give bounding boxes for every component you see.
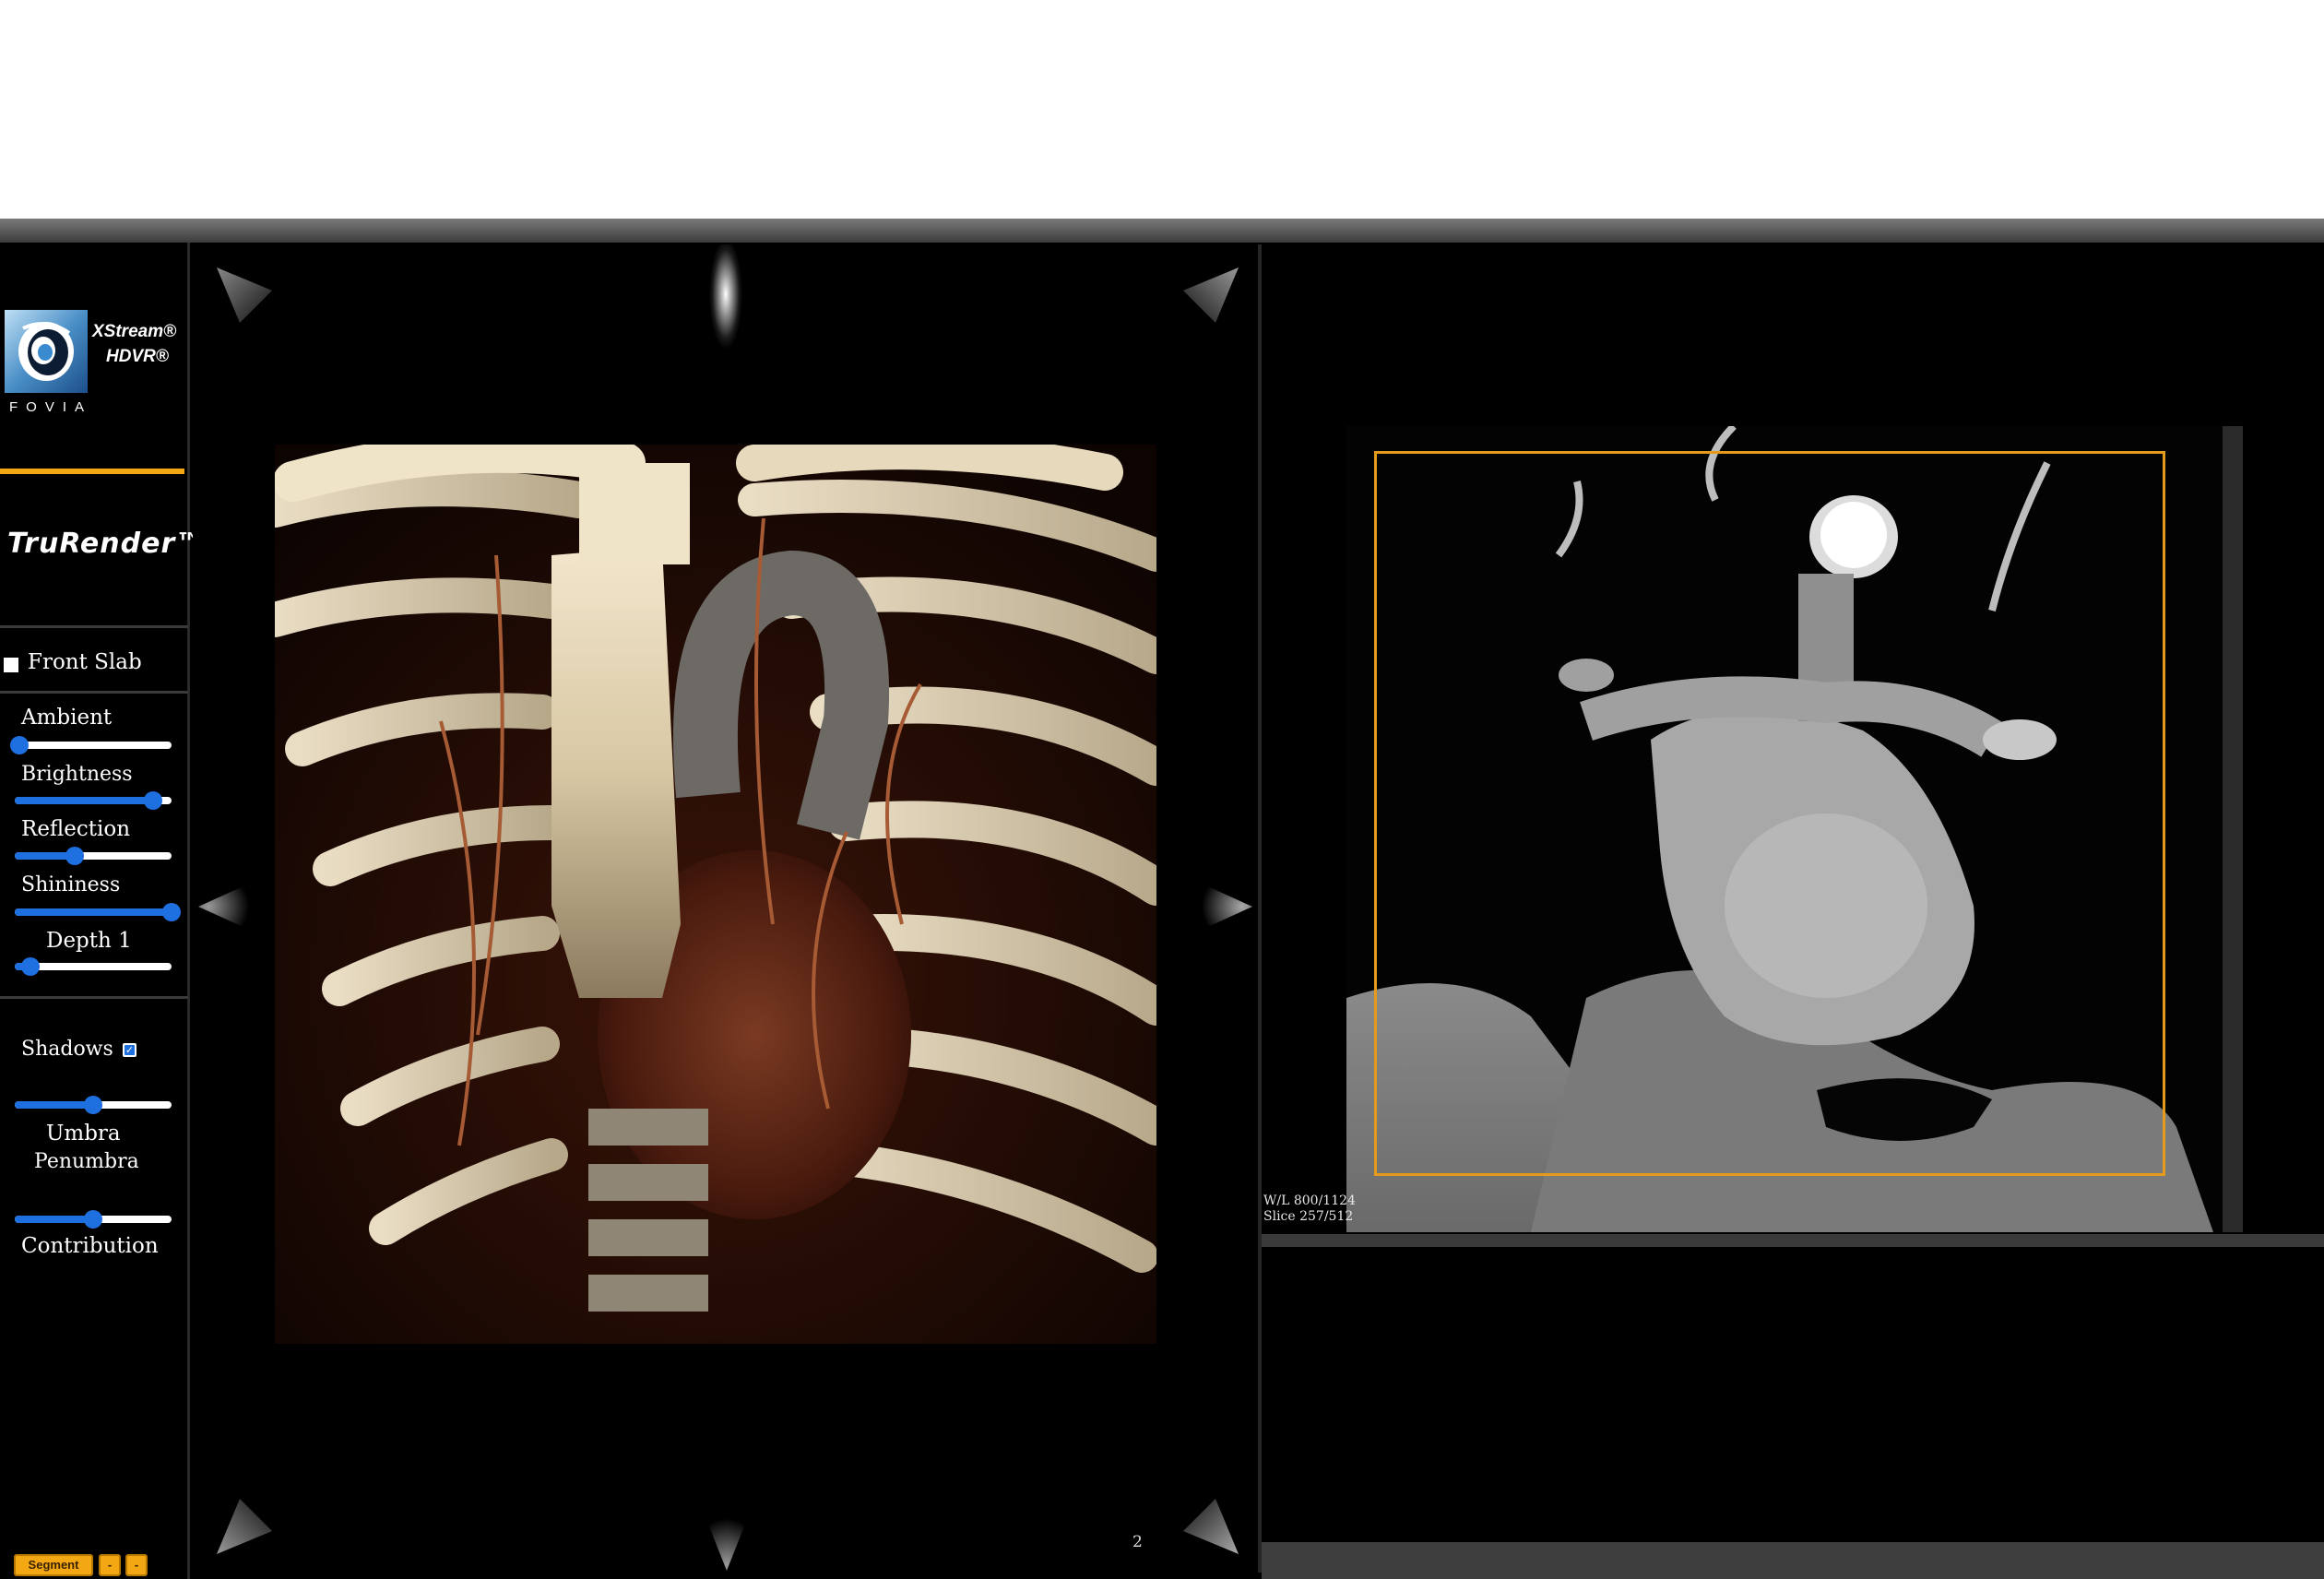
- rotate-bottom-icon[interactable]: [696, 1508, 756, 1573]
- slider-thumb[interactable]: [162, 903, 181, 921]
- segment-button[interactable]: Segment: [14, 1554, 93, 1576]
- roi-box[interactable]: [1374, 451, 2165, 1176]
- volume-rendered-image[interactable]: [275, 445, 1156, 1344]
- shininess-slider[interactable]: [15, 903, 181, 921]
- accent-divider: [0, 469, 184, 474]
- front-slab-label: Front Slab: [28, 650, 142, 674]
- ambient-slider[interactable]: [10, 736, 172, 754]
- empty-panel: [1262, 1247, 2324, 1542]
- sidebar: FOVIA XStream® HDVR® TruRender™ Front Sl…: [0, 243, 203, 1579]
- slider-thumb[interactable]: [84, 1210, 102, 1229]
- brightness-slider[interactable]: [15, 791, 172, 810]
- product-name: XStream®: [92, 322, 177, 341]
- contribution-slider[interactable]: [15, 1210, 172, 1229]
- rotate-top-left-icon[interactable]: [212, 263, 277, 327]
- front-slab-checkbox[interactable]: [4, 658, 18, 672]
- shadows-checkbox[interactable]: ✓: [123, 1043, 136, 1057]
- reflection-label: Reflection: [21, 817, 131, 841]
- checkmark-icon: ✓: [125, 1044, 135, 1056]
- divider: [0, 996, 188, 999]
- umbra-label: Umbra: [46, 1122, 121, 1146]
- reflection-slider[interactable]: [15, 847, 172, 865]
- depth-slider[interactable]: [15, 957, 172, 976]
- module-title: TruRender™: [7, 528, 205, 560]
- rotate-top-right-icon[interactable]: [1179, 263, 1243, 327]
- slider-thumb[interactable]: [84, 1096, 102, 1114]
- slider-thumb[interactable]: [21, 957, 40, 976]
- umbra-slider[interactable]: [15, 1096, 172, 1114]
- ambient-label: Ambient: [21, 706, 113, 730]
- divider: [0, 625, 188, 628]
- rotate-bottom-right-icon[interactable]: [1179, 1494, 1243, 1559]
- minus-button[interactable]: -: [99, 1554, 121, 1576]
- brightness-label: Brightness: [21, 763, 133, 786]
- shadows-label: Shadows: [21, 1038, 113, 1061]
- fovia-logo-icon: [5, 310, 88, 393]
- status-bar: [1262, 1542, 2324, 1579]
- minus-button-2[interactable]: -: [125, 1554, 148, 1576]
- slice-info-text: Slice 257/512: [1263, 1209, 1354, 1224]
- light-source-icon[interactable]: [666, 244, 786, 369]
- shininess-label: Shininess: [21, 873, 121, 896]
- depth-label: Depth 1: [46, 929, 132, 953]
- slider-thumb[interactable]: [10, 736, 30, 754]
- pane-splitter[interactable]: [1262, 1234, 2324, 1247]
- product-subname: HDVR®: [106, 347, 169, 366]
- window-level-text: W/L 800/1124: [1263, 1193, 1356, 1208]
- slider-thumb[interactable]: [65, 847, 84, 865]
- rotate-left-icon[interactable]: [194, 876, 254, 936]
- contribution-label: Contribution: [21, 1234, 159, 1258]
- divider: [0, 691, 188, 694]
- logo-text: FOVIA: [9, 399, 93, 415]
- penumbra-label: Penumbra: [34, 1150, 139, 1173]
- title-bar: [0, 219, 2324, 243]
- rotate-bottom-left-icon[interactable]: [212, 1494, 277, 1559]
- rotate-right-icon[interactable]: [1197, 876, 1257, 936]
- slider-thumb[interactable]: [143, 791, 162, 810]
- viewport-index: 2: [1132, 1533, 1143, 1551]
